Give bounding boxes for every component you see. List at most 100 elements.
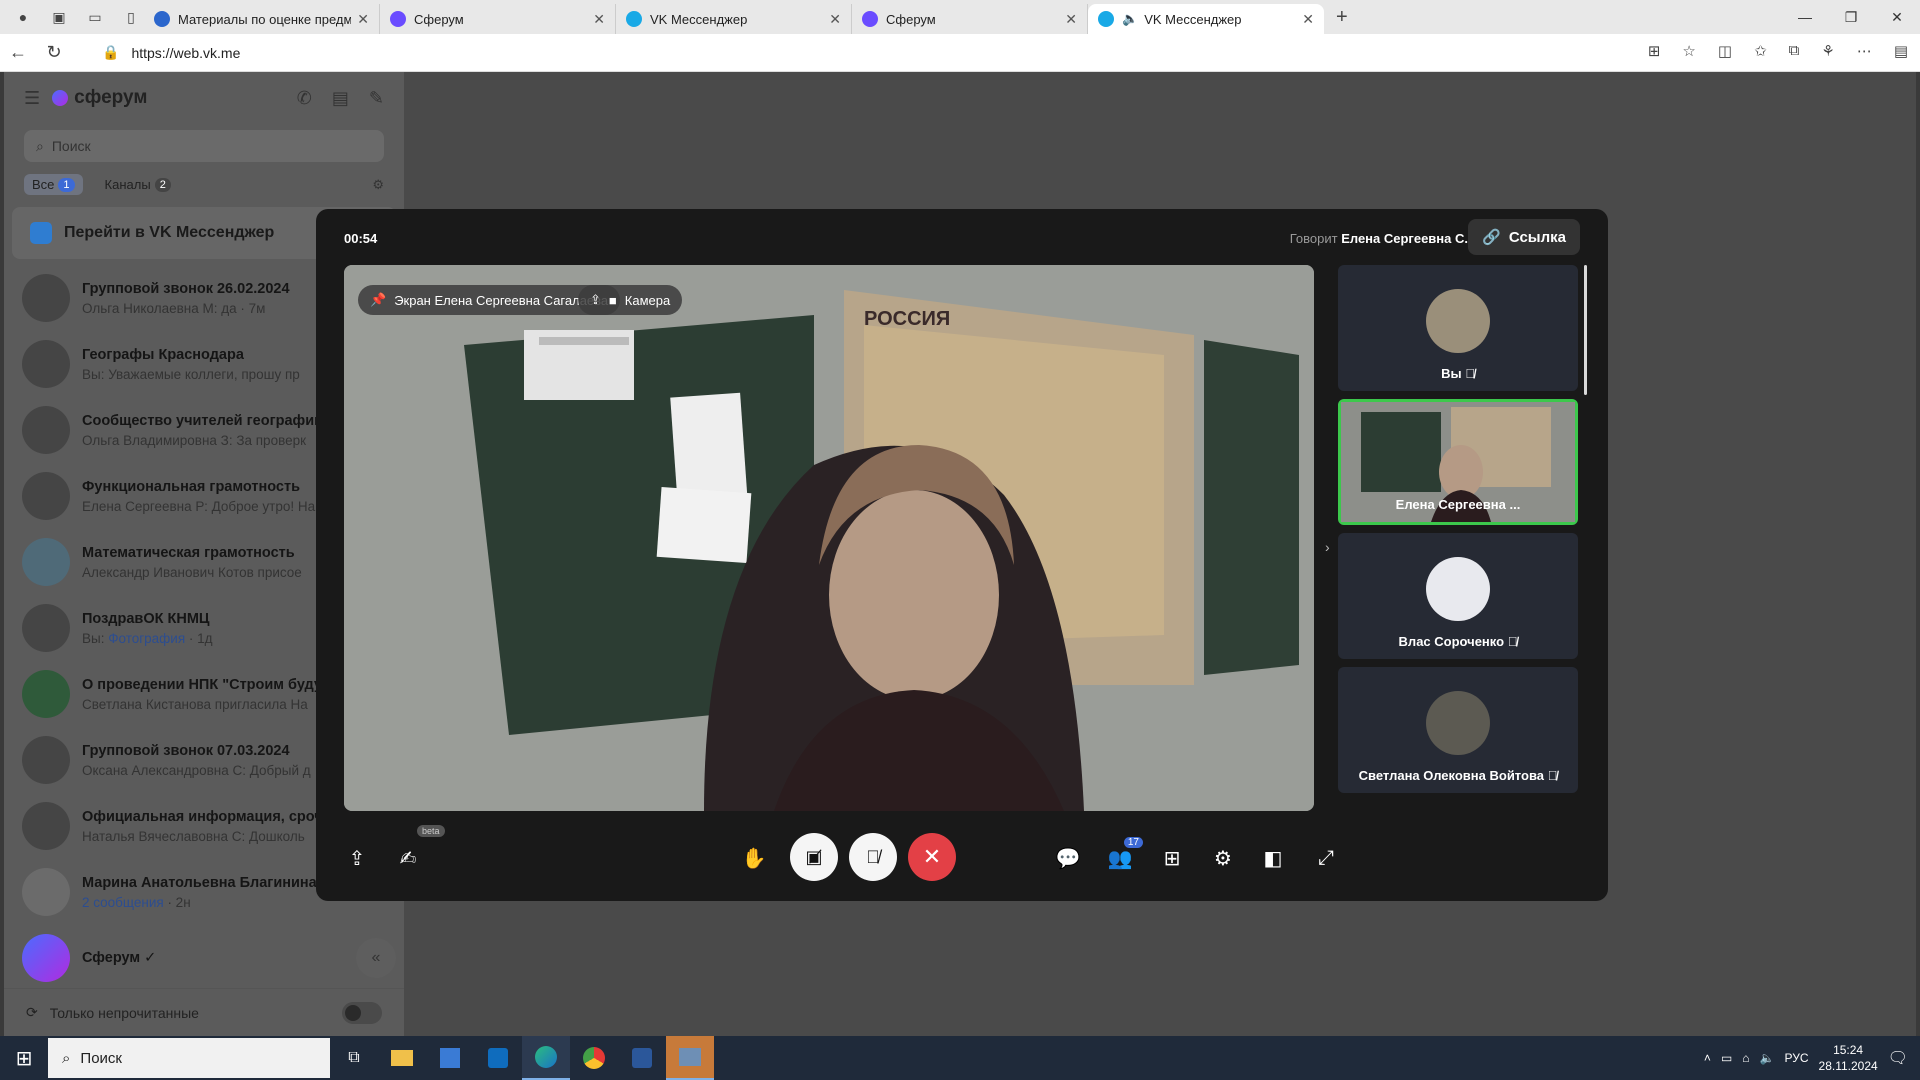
search-icon: ⌕ bbox=[36, 137, 44, 154]
word-icon[interactable] bbox=[618, 1036, 666, 1080]
sidebar-toggle-icon[interactable]: ▤ bbox=[1894, 42, 1908, 60]
avatar bbox=[22, 604, 70, 652]
filter-channels[interactable]: Каналы 2 bbox=[97, 174, 179, 195]
filter-all[interactable]: Все 1 bbox=[24, 174, 83, 195]
url-field[interactable]: 🔒 https://web.vk.me bbox=[102, 44, 240, 61]
close-tab-icon[interactable]: ✕ bbox=[829, 11, 841, 28]
language-indicator[interactable]: РУС bbox=[1784, 1051, 1808, 1065]
minimize-icon[interactable]: — bbox=[1782, 0, 1828, 34]
copy-link-button[interactable]: 🔗 Ссылка bbox=[1468, 219, 1580, 255]
favorites-icon[interactable]: ✩ bbox=[1754, 42, 1767, 60]
participant-tile[interactable]: Влас Сороченко 🎙̸ bbox=[1338, 533, 1578, 659]
favorite-star-icon[interactable]: ☆ bbox=[1682, 42, 1695, 60]
chrome-icon[interactable] bbox=[570, 1036, 618, 1080]
tab-actions-icon[interactable]: ▭ bbox=[82, 4, 108, 30]
close-tab-icon[interactable]: ✕ bbox=[357, 11, 369, 28]
fullscreen-icon[interactable]: ⤢ bbox=[1311, 843, 1341, 873]
profile-icon[interactable]: ● bbox=[10, 4, 36, 30]
avatar bbox=[22, 934, 70, 982]
file-explorer-icon[interactable] bbox=[378, 1036, 426, 1080]
clock[interactable]: 15:24 28.11.2024 bbox=[1819, 1042, 1878, 1074]
close-tab-icon[interactable]: ✕ bbox=[1065, 11, 1077, 28]
volume-icon[interactable]: 🔈 bbox=[1760, 1051, 1775, 1065]
participants-icon[interactable]: 👥 17 bbox=[1105, 837, 1143, 873]
notifications-icon[interactable]: 🗨 bbox=[1888, 1048, 1908, 1068]
unread-only-row: ⟳ Только непрочитанные bbox=[4, 988, 404, 1036]
browser-tab-active[interactable]: 🔈 VK Мессенджер ✕ bbox=[1088, 4, 1324, 34]
participant-tile[interactable]: Вы 🎙̸ bbox=[1338, 265, 1578, 391]
app-icon[interactable] bbox=[666, 1036, 714, 1080]
browser-tab[interactable]: Сферум ✕ bbox=[380, 4, 616, 34]
close-window-icon[interactable]: ✕ bbox=[1874, 0, 1920, 34]
raise-hand-icon[interactable]: ✋ bbox=[739, 843, 769, 873]
pin-icon: 📌 bbox=[370, 292, 387, 307]
mic-toggle-button[interactable]: 🎙̸ bbox=[849, 833, 897, 881]
page: ☰ сферум ✆ ▤ ✎ ⌕ Поиск Все 1 Каналы 2 ⚙ Пе… bbox=[4, 72, 1916, 1036]
new-tab-button[interactable]: + bbox=[1336, 6, 1348, 29]
extension-icon[interactable]: ⚘ bbox=[1821, 42, 1834, 60]
edge-icon[interactable] bbox=[522, 1036, 570, 1080]
store-icon[interactable] bbox=[426, 1036, 474, 1080]
app-logo[interactable]: сферум bbox=[52, 87, 147, 109]
taskbar-search[interactable]: ⌕ Поиск bbox=[48, 1038, 330, 1078]
end-call-button[interactable]: ✕ bbox=[908, 833, 956, 881]
search-input[interactable]: ⌕ Поиск bbox=[24, 130, 384, 162]
restore-icon[interactable]: ❐ bbox=[1828, 0, 1874, 34]
collapse-sidebar-button[interactable]: « bbox=[356, 938, 396, 978]
whiteboard-icon[interactable]: ✍ bbox=[393, 843, 423, 873]
camera-switch[interactable]: ⇪ ■ Камера bbox=[578, 285, 683, 315]
beta-badge: beta bbox=[417, 825, 445, 837]
chevron-up-icon[interactable]: ˄ bbox=[1704, 1051, 1711, 1065]
split-screen-icon[interactable]: ◫ bbox=[1718, 42, 1732, 60]
network-icon[interactable]: ⌂ bbox=[1742, 1051, 1749, 1065]
filter-settings-icon[interactable]: ⚙ bbox=[372, 177, 384, 193]
close-tab-icon[interactable]: ✕ bbox=[1302, 11, 1314, 28]
refresh-icon[interactable]: ↻ bbox=[36, 42, 72, 63]
call-icon[interactable]: ✆ bbox=[297, 88, 312, 109]
chat-list-item[interactable]: Сферум ✓ bbox=[4, 925, 404, 991]
participant-tile[interactable]: Светлана Олековна Войтова 🎙̸ bbox=[1338, 667, 1578, 793]
participant-tile-active[interactable]: Елена Сергеевна ... bbox=[1338, 399, 1578, 525]
avatar bbox=[22, 274, 70, 322]
close-tab-icon[interactable]: ✕ bbox=[593, 11, 605, 28]
avatar bbox=[22, 340, 70, 388]
mic-muted-icon: 🎙̸ bbox=[1465, 366, 1475, 381]
compose-icon[interactable]: ✎ bbox=[369, 88, 384, 109]
task-view-icon[interactable]: ⧉ bbox=[330, 1036, 378, 1080]
svg-text:РОССИЯ: РОССИЯ bbox=[864, 308, 950, 330]
browser-tab[interactable]: VK Мессенджер ✕ bbox=[616, 4, 852, 34]
call-timer: 00:54 bbox=[344, 231, 378, 246]
settings-icon[interactable]: ⚙ bbox=[1208, 843, 1238, 873]
unread-only-toggle[interactable] bbox=[342, 1001, 382, 1024]
participants-column: Вы 🎙̸ Елена Сергеевна ... Влас Сороченко… bbox=[1338, 265, 1578, 811]
pip-icon[interactable]: ◧ bbox=[1258, 843, 1288, 873]
workspaces-icon[interactable]: ▣ bbox=[46, 4, 72, 30]
tab-favicon-icon bbox=[154, 11, 170, 27]
app-available-icon[interactable]: ⊞ bbox=[1648, 42, 1661, 60]
more-menu-icon[interactable]: ⋯ bbox=[1857, 42, 1872, 60]
vertical-tabs-icon[interactable]: ▯ bbox=[118, 4, 144, 30]
share-screen-icon[interactable]: ⇪ bbox=[342, 843, 372, 873]
archive-icon[interactable]: ▤ bbox=[332, 88, 349, 109]
avatar bbox=[22, 868, 70, 916]
grid-layout-icon[interactable]: ⊞ bbox=[1157, 843, 1187, 873]
collections-icon[interactable]: ⧉ bbox=[1789, 42, 1800, 60]
lock-icon[interactable]: 🔒 bbox=[102, 44, 119, 61]
search-icon: ⌕ bbox=[62, 1049, 71, 1067]
speaker-icon[interactable]: 🔈 bbox=[1122, 11, 1138, 27]
chat-icon[interactable]: 💬 bbox=[1053, 843, 1083, 873]
back-icon[interactable]: ← bbox=[0, 42, 36, 63]
tab-favicon-icon bbox=[1098, 11, 1114, 27]
menu-icon[interactable]: ☰ bbox=[24, 88, 40, 109]
chevron-right-icon[interactable]: › bbox=[1325, 539, 1330, 555]
browser-tab[interactable]: Сферум ✕ bbox=[852, 4, 1088, 34]
outlook-icon[interactable] bbox=[474, 1036, 522, 1080]
main-video[interactable]: РОССИЯ 📌 Экран Елена Сергеевна Сагалаева … bbox=[344, 265, 1314, 811]
browser-tab[interactable]: Материалы по оценке предметн✕ bbox=[144, 4, 380, 34]
start-button[interactable]: ⊞ bbox=[0, 1036, 48, 1080]
camera-toggle-button[interactable]: ▣̸ bbox=[790, 833, 838, 881]
participants-scrollbar[interactable] bbox=[1584, 265, 1587, 395]
chat-filters: Все 1 Каналы 2 ⚙ bbox=[24, 174, 384, 195]
meet-now-icon[interactable]: ▭ bbox=[1721, 1051, 1732, 1065]
browser-toolbar: ⊞ ☆ ◫ ✩ ⧉ ⚘ ⋯ ▤ bbox=[1648, 42, 1908, 60]
